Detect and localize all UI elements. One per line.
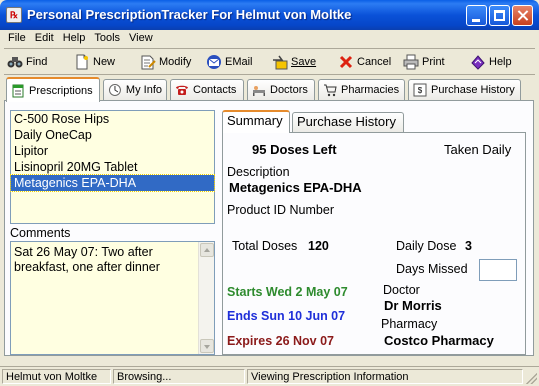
status-user: Helmut von Moltke [2, 369, 111, 384]
binoculars-icon [7, 57, 23, 68]
window-title: Personal PrescriptionTracker For Helmut … [27, 7, 352, 22]
save-button[interactable]: Save [272, 52, 316, 72]
printer-icon [403, 54, 419, 70]
pharmacy-cart-icon [324, 84, 337, 97]
doctor-label: Doctor [383, 283, 420, 297]
status-mode: Browsing... [113, 369, 245, 384]
cancel-x-icon [339, 55, 353, 69]
toolbar-separator [4, 74, 535, 75]
total-doses-label: Total Doses [232, 239, 298, 253]
minimize-button[interactable] [466, 5, 487, 26]
tab-doctors[interactable]: Doctors [247, 79, 315, 100]
tab-summary[interactable]: Summary [222, 110, 290, 133]
maximize-button[interactable] [489, 5, 510, 26]
my-info-icon [108, 84, 121, 96]
daily-dose-value: 3 [465, 239, 472, 253]
prescription-pad-icon [12, 84, 24, 97]
cancel-button[interactable]: Cancel [338, 52, 391, 72]
svg-text:$: $ [418, 86, 423, 95]
menu-help[interactable]: Help [59, 31, 91, 47]
prescription-app-icon: ℞ [6, 7, 22, 23]
description-value: Metagenics EPA-DHA [229, 180, 362, 195]
list-item[interactable]: Lipitor [11, 143, 214, 159]
comments-label: Comments [10, 226, 71, 240]
help-button[interactable]: Help [470, 52, 512, 72]
description-label: Description [227, 165, 290, 179]
doses-left: 95 Doses Left [252, 142, 337, 157]
resize-grip-icon[interactable] [526, 373, 537, 384]
purchase-history-icon: $ [413, 83, 427, 97]
scroll-down-icon[interactable] [200, 339, 214, 353]
modify-document-icon [141, 55, 156, 70]
telephone-icon [176, 85, 188, 95]
print-button[interactable]: Print [403, 52, 445, 72]
end-date: Ends Sun 10 Jun 07 [227, 309, 346, 323]
expiry-date: Expires 26 Nov 07 [227, 334, 335, 348]
tab-contacts[interactable]: Contacts [170, 79, 244, 100]
daily-dose-label: Daily Dose [396, 239, 457, 253]
menu-tools[interactable]: Tools [90, 31, 125, 47]
doctor-bed-icon [253, 86, 265, 96]
status-bar: Helmut von Moltke Browsing... Viewing Pr… [0, 366, 539, 386]
email-icon [207, 55, 221, 69]
menu-file[interactable]: File [4, 31, 31, 47]
days-missed-label: Days Missed [396, 262, 468, 276]
frequency: Taken Daily [444, 142, 512, 157]
email-button[interactable]: EMail [206, 52, 253, 72]
scroll-up-icon[interactable] [200, 243, 214, 257]
title-bar[interactable]: ℞ Personal PrescriptionTracker For Helmu… [0, 0, 539, 30]
menu-view[interactable]: View [125, 31, 158, 47]
new-button[interactable]: New [74, 52, 115, 72]
doctor-value: Dr Morris [384, 298, 442, 313]
help-book-icon [471, 55, 485, 70]
status-message: Viewing Prescription Information [247, 369, 523, 384]
menu-edit[interactable]: Edit [31, 31, 59, 47]
tab-prescriptions[interactable]: Prescriptions [6, 77, 100, 102]
total-doses-value: 120 [308, 239, 329, 253]
list-item-selected[interactable]: Metagenics EPA-DHA [10, 174, 215, 192]
find-button[interactable]: Find [7, 52, 47, 72]
menu-separator [4, 48, 535, 49]
list-item[interactable]: C-500 Rose Hips [11, 111, 214, 127]
tab-pharmacies[interactable]: Pharmacies [318, 79, 405, 100]
list-item[interactable]: Daily OneCap [11, 127, 214, 143]
comments-textarea[interactable]: Sat 26 May 07: Two after breakfast, one … [10, 241, 215, 355]
menu-bar: File Edit Help Tools View [4, 31, 158, 47]
new-document-icon [76, 54, 88, 70]
pharmacy-label: Pharmacy [381, 317, 438, 331]
close-button[interactable] [512, 5, 533, 26]
product-id-label: Product ID Number [227, 203, 334, 217]
list-item[interactable]: Lisinopril 20MG Tablet [11, 159, 214, 175]
days-missed-input[interactable] [479, 259, 517, 281]
tab-my-info[interactable]: My Info [103, 79, 167, 100]
tab-detail-purchase-history[interactable]: Purchase History [292, 112, 404, 132]
save-icon [273, 55, 288, 70]
prescription-list[interactable]: C-500 Rose Hips Daily OneCap Lipitor Lis… [10, 110, 215, 224]
tab-purchase-history[interactable]: $ Purchase History [408, 79, 521, 100]
comments-scrollbar[interactable] [198, 242, 214, 354]
pharmacy-value: Costco Pharmacy [384, 333, 494, 348]
start-date: Starts Wed 2 May 07 [227, 285, 348, 299]
modify-button[interactable]: Modify [140, 52, 191, 72]
comments-text: Sat 26 May 07: Two after breakfast, one … [14, 245, 160, 274]
